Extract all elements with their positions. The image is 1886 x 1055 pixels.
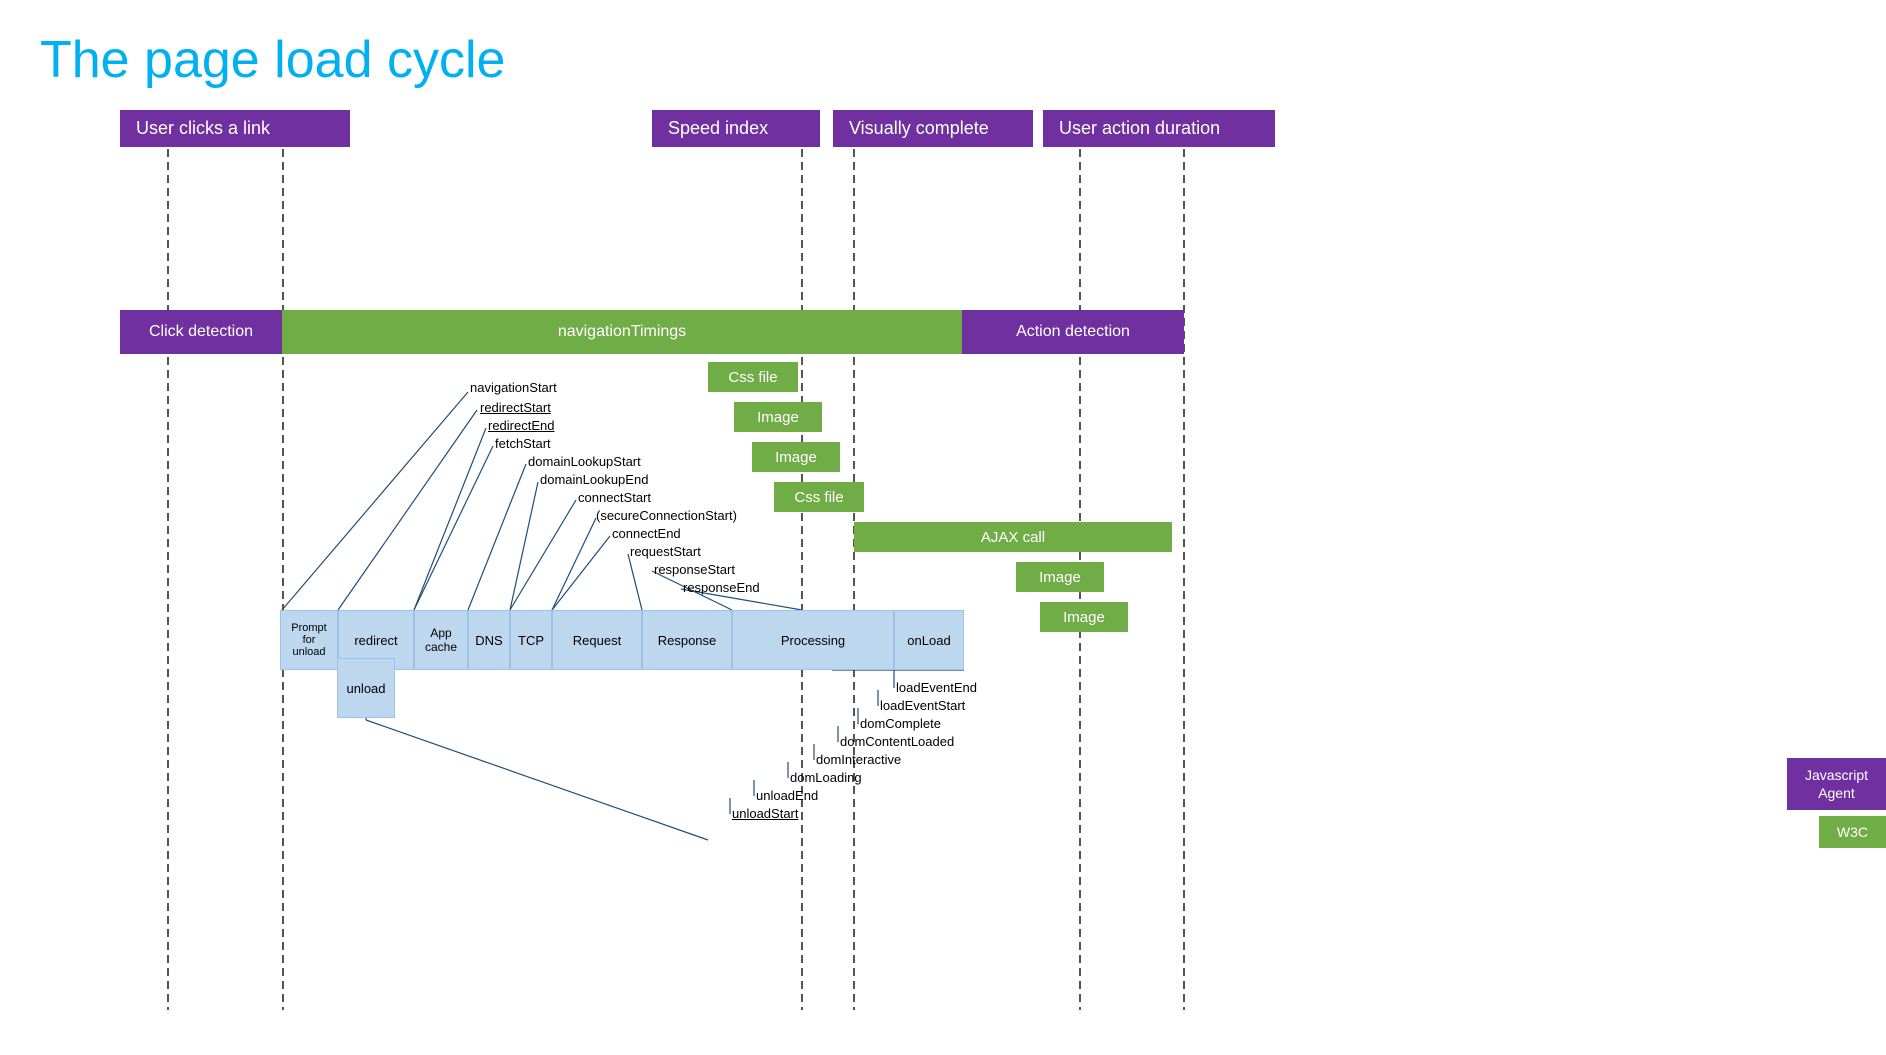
timing-loadEventStart: loadEventStart [880,698,965,713]
phase-prompt: Prompt for unload [280,610,338,670]
phase-label-visually-complete: Visually complete [833,110,1033,147]
timing-domInteractive: domInteractive [816,752,901,767]
bar-click-detection: Click detection [120,310,282,354]
phase-label-speed-index: Speed index [652,110,820,147]
page-title: The page load cycle [0,0,1886,110]
timing-redirectEnd: redirectEnd [488,418,554,433]
phase-unload: unload [337,658,395,718]
phase-app-cache: App cache [414,610,468,670]
timing-navigationStart: navigationStart [470,380,557,395]
timing-responseEnd: responseEnd [683,580,760,595]
timing-domLoading: domLoading [790,770,862,785]
timing-responseStart: responseStart [654,562,735,577]
timing-redirectStart: redirectStart [480,400,551,415]
bar-navigation-timings: navigationTimings [282,310,962,354]
phase-response: Response [642,610,732,670]
resource-image-2: Image [752,442,840,472]
phase-processing: Processing [732,610,894,670]
resource-css-file-2: Css file [774,482,864,512]
resource-image-4: Image [1040,602,1128,632]
diagram-area: User clicks a link Speed index Visually … [40,110,1886,1010]
legend-javascript-agent: Javascript Agent [1787,758,1886,810]
phase-onload: onLoad [894,610,964,670]
diagram-lines [40,110,1886,1010]
timing-domComplete: domComplete [860,716,941,731]
timing-loadEventEnd: loadEventEnd [896,680,977,695]
phase-request: Request [552,610,642,670]
timing-connectEnd: connectEnd [612,526,681,541]
timing-unloadStart: unloadStart [732,806,799,821]
phase-label-user-clicks: User clicks a link [120,110,350,147]
phase-dns: DNS [468,610,510,670]
timing-secureConnectionStart: (secureConnectionStart) [596,508,737,523]
bar-action-detection: Action detection [962,310,1184,354]
timing-unloadEnd: unloadEnd [756,788,818,803]
legend-w3c: W3C [1819,816,1886,848]
resource-image-1: Image [734,402,822,432]
resource-image-3: Image [1016,562,1104,592]
resource-css-file-1: Css file [708,362,798,392]
timing-domContentLoaded: domContentLoaded [840,734,954,749]
resource-ajax-call: AJAX call [854,522,1172,552]
timing-domainLookupEnd: domainLookupEnd [540,472,648,487]
timing-domainLookupStart: domainLookupStart [528,454,641,469]
timing-fetchStart: fetchStart [495,436,551,451]
timing-connectStart: connectStart [578,490,651,505]
phase-tcp: TCP [510,610,552,670]
phase-label-user-action-duration: User action duration [1043,110,1275,147]
timing-requestStart: requestStart [630,544,701,559]
